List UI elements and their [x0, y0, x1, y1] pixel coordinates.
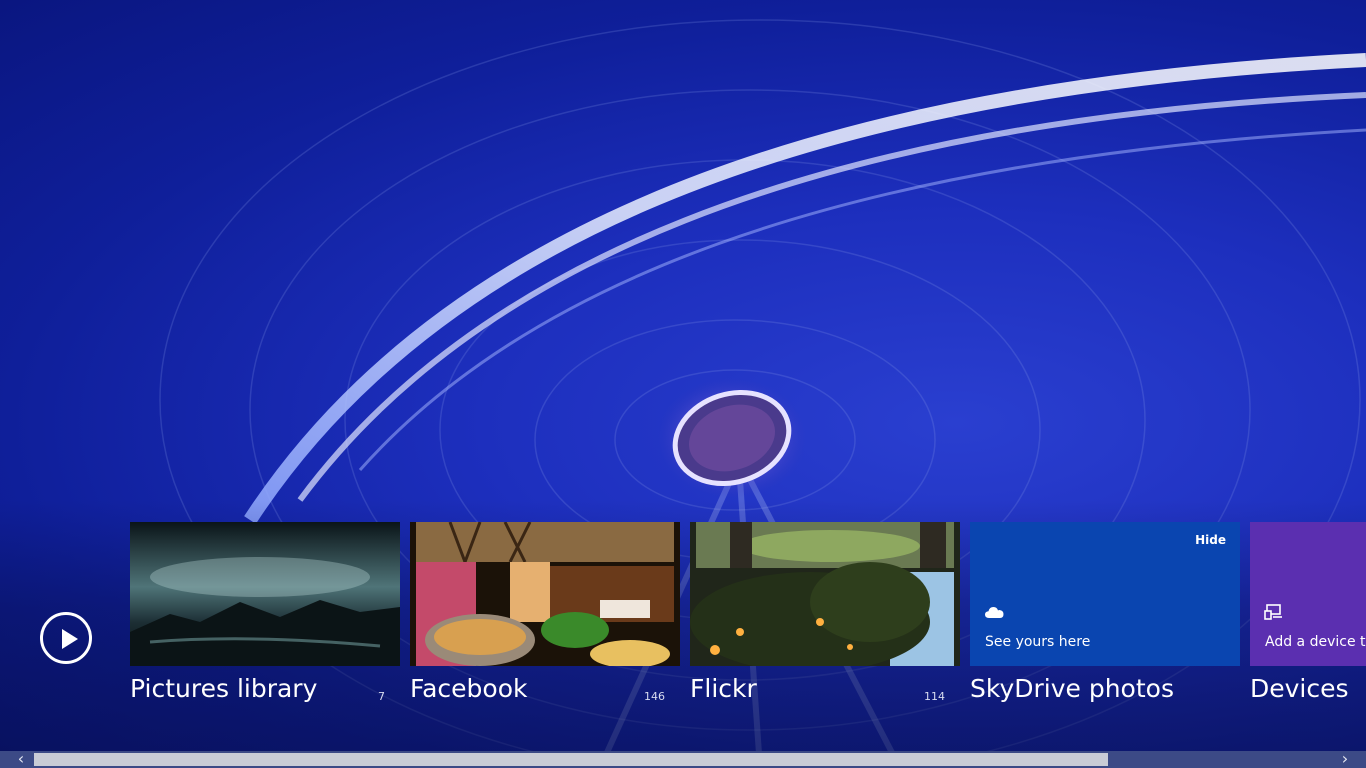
play-slideshow-button[interactable] — [40, 612, 92, 664]
tile-count-pictures-library: 7 — [378, 690, 385, 703]
photos-hub: Pictures library 7 Facebook 146 Flickr 1… — [0, 0, 1366, 768]
hide-button[interactable]: Hide — [1195, 533, 1226, 547]
tile-flickr[interactable] — [690, 522, 960, 666]
tile-title-facebook: Facebook — [410, 674, 528, 703]
facebook-thumbnail — [410, 522, 680, 666]
horizontal-scrollbar[interactable]: ‹ › — [0, 751, 1366, 768]
scrollbar-thumb[interactable] — [34, 753, 1108, 766]
play-icon — [62, 629, 78, 649]
flickr-thumbnail — [690, 522, 960, 666]
tile-title-flickr: Flickr — [690, 674, 757, 703]
cloud-icon — [985, 607, 1004, 618]
tile-skydrive[interactable]: Hide See yours here — [970, 522, 1240, 666]
tile-count-facebook: 146 — [644, 690, 665, 703]
pictures-library-thumbnail — [130, 522, 400, 666]
tile-pictures-library[interactable] — [130, 522, 400, 666]
tile-title-pictures-library: Pictures library — [130, 674, 318, 703]
tile-title-devices: Devices — [1250, 674, 1349, 703]
devices-cta: Add a device to — [1265, 634, 1366, 650]
tile-count-flickr: 114 — [924, 690, 945, 703]
device-icon — [1264, 604, 1282, 620]
tile-devices[interactable]: Add a device to — [1250, 522, 1366, 666]
tile-facebook[interactable] — [410, 522, 680, 666]
chevron-left-icon[interactable]: ‹ — [12, 751, 30, 768]
chevron-right-icon[interactable]: › — [1336, 751, 1354, 768]
skydrive-cta: See yours here — [985, 634, 1091, 650]
tile-title-skydrive: SkyDrive photos — [970, 674, 1174, 703]
